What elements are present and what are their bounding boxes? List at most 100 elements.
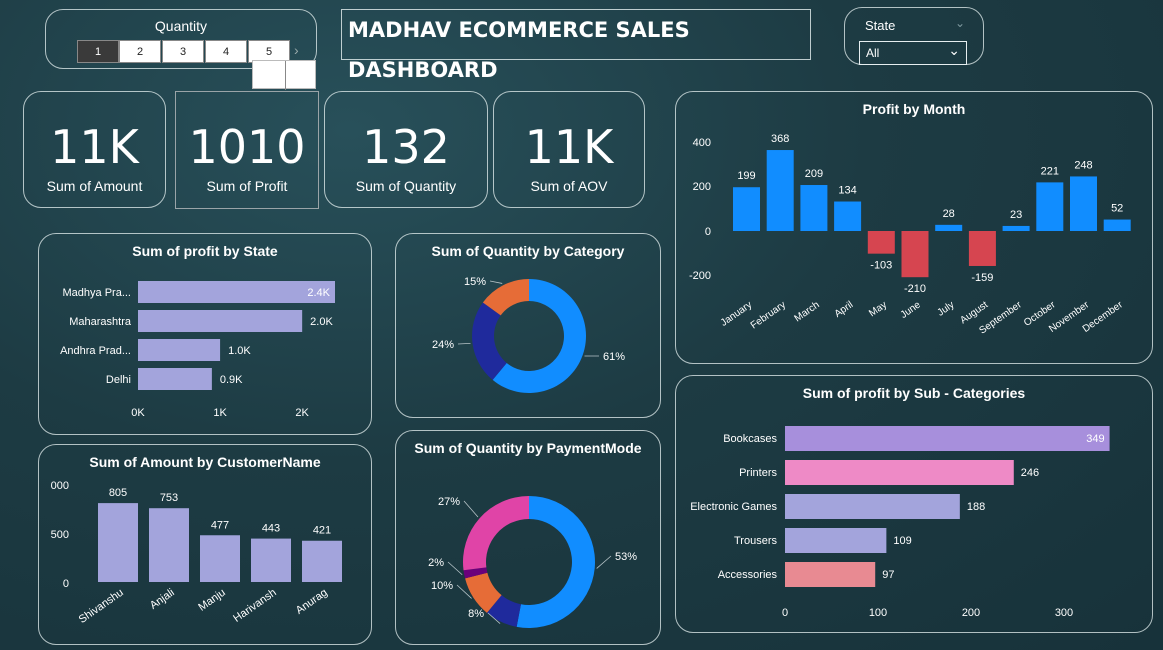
x-tick-label: 1K	[213, 407, 227, 419]
data-label: 134	[838, 185, 856, 197]
quantity-by-paymentmode-chart: 53% 8% 10% 2% 27%	[428, 496, 637, 628]
kpi-value: 11K	[50, 120, 139, 174]
kpi-value: 132	[362, 120, 450, 174]
y-tick-label: 200	[693, 181, 711, 193]
data-label: 27%	[438, 496, 460, 508]
amount-by-customer-chart: 000 500 0 805 Shivanshu 753 Anjali 477 Manju 443 H…	[51, 480, 342, 626]
category-label: Anjali	[148, 587, 177, 612]
profit-by-month-panel: Profit by Month 400 200 0 -200 199 January 368…	[675, 91, 1153, 364]
kpi-card-amount: 11K Sum of Amount	[23, 91, 166, 208]
y-tick-label: 0	[705, 226, 711, 238]
bar	[733, 187, 760, 231]
data-label: 52	[1111, 203, 1123, 215]
x-tick-label: 200	[962, 607, 980, 619]
category-label: Maharashtra	[69, 316, 132, 328]
profit-by-state-panel: Sum of profit by State Madhya Pra... 2.4K…	[38, 233, 372, 435]
dashboard-title: MADHAV ECOMMERCE SALES DASHBOARD	[341, 9, 811, 82]
data-label: 2%	[428, 557, 444, 569]
bar	[302, 540, 342, 582]
category-label: June	[899, 299, 923, 321]
state-dropdown-value: All	[866, 46, 880, 60]
data-label: 8%	[468, 608, 484, 620]
data-label: 246	[1021, 467, 1039, 479]
state-dropdown[interactable]: All ⌄	[859, 41, 967, 65]
chevron-down-icon: ⌄	[948, 42, 960, 58]
kpi-card-quantity: 132 Sum of Quantity	[324, 91, 488, 208]
data-label: -210	[904, 283, 926, 295]
bar	[251, 538, 291, 582]
kpi-label: Sum of Quantity	[355, 178, 457, 194]
data-label: 28	[943, 208, 955, 220]
data-label: -103	[870, 260, 892, 272]
data-label: 199	[737, 170, 755, 182]
kpi-label: Sum of AOV	[530, 178, 608, 194]
leader-line	[463, 500, 479, 518]
data-label: 23	[1010, 209, 1022, 221]
category-label: Accessories	[718, 569, 778, 581]
data-label: 97	[882, 569, 894, 581]
category-label: Shivanshu	[77, 587, 126, 626]
profit-by-subcategory-panel: Sum of profit by Sub - Categories Bookca…	[675, 375, 1153, 633]
quantity-slicer-label: Quantity	[154, 18, 208, 34]
profit-by-state-chart: Madhya Pra... 2.4K Maharashtra 2.0K Andhra P…	[60, 281, 335, 419]
bar	[138, 368, 212, 390]
profit-by-subcategory-chart: Bookcases 349 Printers 246 Electronic Games 1…	[690, 426, 1110, 619]
category-label: Electronic Games	[690, 501, 777, 513]
bar	[800, 185, 828, 231]
slicer-popup-box	[252, 60, 316, 90]
y-tick-label: 500	[51, 529, 69, 541]
page-button-2[interactable]: 2	[119, 40, 161, 63]
data-label: 421	[313, 525, 331, 537]
page-button-4[interactable]: 4	[205, 40, 247, 63]
data-label: 477	[211, 519, 229, 531]
category-label: Printers	[739, 467, 777, 479]
bar	[785, 460, 1014, 485]
chevron-down-icon: ⌄	[955, 16, 966, 30]
category-label: January	[719, 299, 754, 328]
bar	[785, 494, 960, 519]
kpi-card-profit[interactable]: 1010 Sum of Profit	[175, 91, 319, 209]
quantity-by-category-chart: 61% 24% 15%	[432, 276, 625, 393]
data-label: 109	[893, 535, 911, 547]
bar	[834, 201, 862, 231]
data-label: 753	[160, 492, 178, 504]
profit-by-month-chart: 400 200 0 -200 199 January 368 February 209 March…	[689, 133, 1131, 337]
chevron-right-icon[interactable]: ›	[294, 42, 299, 58]
bar	[766, 150, 794, 231]
data-label: 248	[1074, 159, 1092, 171]
quantity-by-paymentmode-panel: Sum of Quantity by PaymentMode 53% 8% 10% 2…	[395, 430, 661, 645]
y-tick-label: 0	[63, 578, 69, 590]
category-label: Trousers	[734, 535, 777, 547]
category-label: May	[867, 299, 889, 319]
data-label: 24%	[432, 339, 454, 351]
category-label: April	[833, 299, 856, 319]
data-label: 1.0K	[228, 345, 251, 357]
bar	[1103, 219, 1131, 231]
x-tick-label: 100	[869, 607, 887, 619]
page-button-1[interactable]: 1	[77, 40, 119, 63]
data-label: -159	[971, 272, 993, 284]
kpi-value: 11K	[524, 120, 614, 174]
page-button-3[interactable]: 3	[162, 40, 204, 63]
data-label: 53%	[615, 551, 637, 563]
x-tick-label: 300	[1055, 607, 1073, 619]
category-label: February	[749, 299, 788, 331]
bar	[901, 231, 929, 278]
data-label: 349	[1086, 433, 1104, 445]
data-label: 443	[262, 523, 280, 535]
leader-line	[596, 555, 612, 569]
bar	[935, 224, 963, 231]
bar	[1036, 182, 1064, 231]
bar	[98, 503, 138, 582]
kpi-value: 1010	[188, 120, 306, 174]
kpi-label: Sum of Amount	[46, 178, 143, 194]
category-label: Harivansh	[231, 587, 278, 625]
data-label: 221	[1041, 165, 1059, 177]
data-label: 10%	[431, 580, 453, 592]
category-label: Manju	[196, 587, 227, 614]
amount-by-customer-panel: Sum of Amount by CustomerName 000 500 0 805…	[38, 444, 372, 645]
y-tick-label: -200	[689, 270, 711, 282]
kpi-card-aov: 11K Sum of AOV	[493, 91, 645, 208]
bar	[149, 508, 189, 582]
bar	[138, 339, 221, 361]
